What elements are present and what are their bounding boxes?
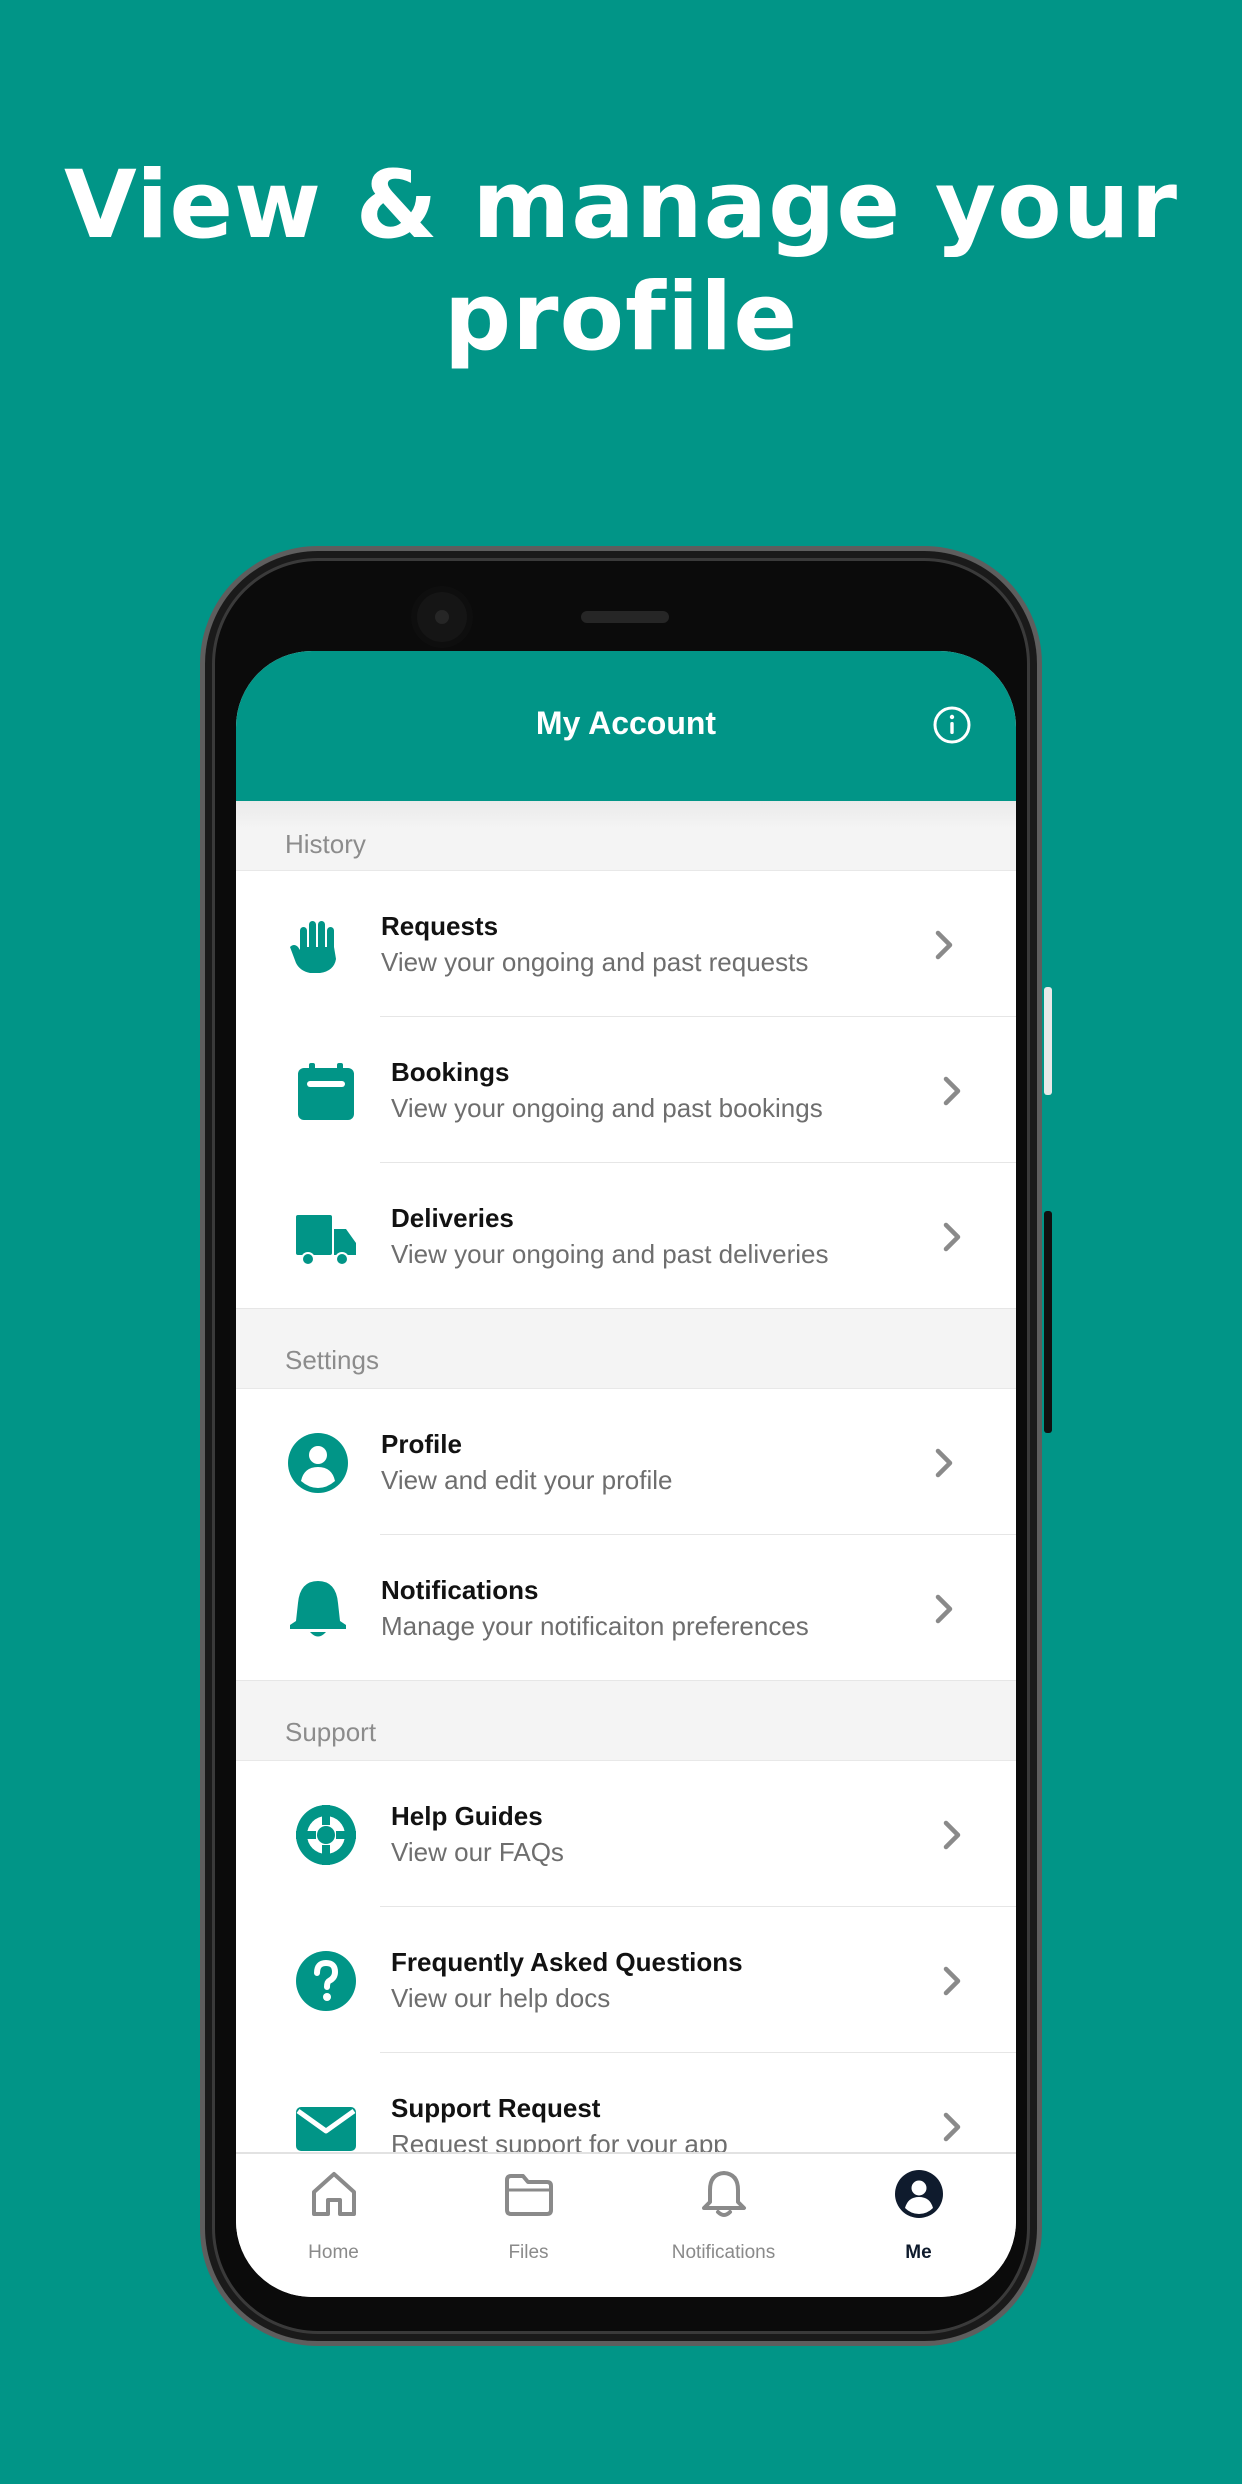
chevron-right-icon (935, 930, 953, 960)
bell-icon (702, 2171, 746, 2217)
truck-icon (296, 1215, 356, 1266)
list-item-deliveries[interactable]: Deliveries View your ongoing and past de… (236, 1163, 1016, 1309)
tab-label: Files (508, 2242, 549, 2263)
list-item-subtitle: View your ongoing and past bookings (391, 1093, 823, 1123)
list-item-bookings[interactable]: Bookings View your ongoing and past book… (236, 1017, 1016, 1163)
section-header-settings: Settings (236, 1309, 1016, 1389)
section-header-support: Support (236, 1681, 1016, 1761)
tab-me[interactable]: Me (821, 2154, 1016, 2297)
section-header-history: History (236, 801, 1016, 871)
list-item-subtitle: Request support for your app (391, 2129, 728, 2152)
user-circle-icon (288, 1433, 348, 1493)
list-item-faq[interactable]: Frequently Asked Questions View our help… (236, 1907, 1016, 2053)
chevron-right-icon (935, 1594, 953, 1624)
chevron-right-icon (943, 1222, 961, 1252)
list-item-subtitle: View and edit your profile (381, 1465, 673, 1495)
tab-home[interactable]: Home (236, 2154, 431, 2297)
list-item-requests[interactable]: Requests View your ongoing and past requ… (236, 871, 1016, 1017)
list-item-subtitle: View your ongoing and past deliveries (391, 1239, 829, 1269)
tab-notifications[interactable]: Notifications (626, 2154, 821, 2297)
list-item-notifications[interactable]: Notifications Manage your notificaiton p… (236, 1535, 1016, 1681)
calendar-icon (298, 1063, 354, 1120)
list-item-support-request[interactable]: Support Request Request support for your… (236, 2053, 1016, 2152)
promo-headline: View & manage your profile (0, 150, 1242, 374)
envelope-icon (296, 2107, 356, 2151)
info-icon[interactable] (932, 705, 972, 745)
chevron-right-icon (943, 1966, 961, 1996)
phone-frame: My Account History Requests View your on… (200, 546, 1052, 2346)
list-item-profile[interactable]: Profile View and edit your profile (236, 1389, 1016, 1535)
list-item-title: Requests (381, 911, 499, 941)
earpiece-speaker (581, 611, 669, 623)
list-item-title: Support Request (391, 2093, 601, 2123)
tab-label: Home (308, 2242, 359, 2263)
lifebuoy-icon (296, 1805, 356, 1865)
promo-headline-line1: View & manage your (64, 151, 1178, 260)
list-item-subtitle: View your ongoing and past requests (381, 947, 809, 977)
list-item-subtitle: Manage your notificaiton preferences (381, 1611, 809, 1641)
list-item-title: Profile (381, 1429, 462, 1459)
hand-icon (290, 921, 336, 973)
tab-label: Me (905, 2242, 932, 2263)
list-item-title: Help Guides (391, 1801, 543, 1831)
chevron-right-icon (943, 2112, 961, 2142)
user-circle-icon (895, 2170, 943, 2218)
list-item-title: Notifications (381, 1575, 539, 1605)
phone-volume-button (1044, 1211, 1052, 1433)
bell-icon (290, 1581, 346, 1637)
list-item-subtitle: View our FAQs (391, 1837, 564, 1867)
list-item-subtitle: View our help docs (391, 1983, 611, 2013)
chevron-right-icon (935, 1448, 953, 1478)
app-screen: My Account History Requests View your on… (236, 651, 1016, 2297)
account-list: History Requests View your ongoing and p… (236, 801, 1016, 2152)
front-camera (417, 592, 467, 642)
folder-icon (505, 2174, 553, 2216)
list-item-help-guides[interactable]: Help Guides View our FAQs (236, 1761, 1016, 1907)
list-item-title: Bookings (391, 1057, 510, 1087)
phone-side-button (1044, 987, 1052, 1095)
list-item-title: Frequently Asked Questions (391, 1947, 743, 1977)
list-item-title: Deliveries (391, 1203, 514, 1233)
promo-headline-line2: profile (443, 263, 799, 372)
question-icon (296, 1951, 356, 2011)
chevron-right-icon (943, 1076, 961, 1106)
app-bar: My Account (236, 651, 1016, 801)
chevron-right-icon (943, 1820, 961, 1850)
tab-label: Notifications (671, 2242, 776, 2263)
home-icon (312, 2172, 356, 2216)
bottom-tab-bar: Home Files Notifications Me (236, 2152, 1016, 2297)
page-title: My Account (535, 705, 717, 741)
tab-files[interactable]: Files (431, 2154, 626, 2297)
